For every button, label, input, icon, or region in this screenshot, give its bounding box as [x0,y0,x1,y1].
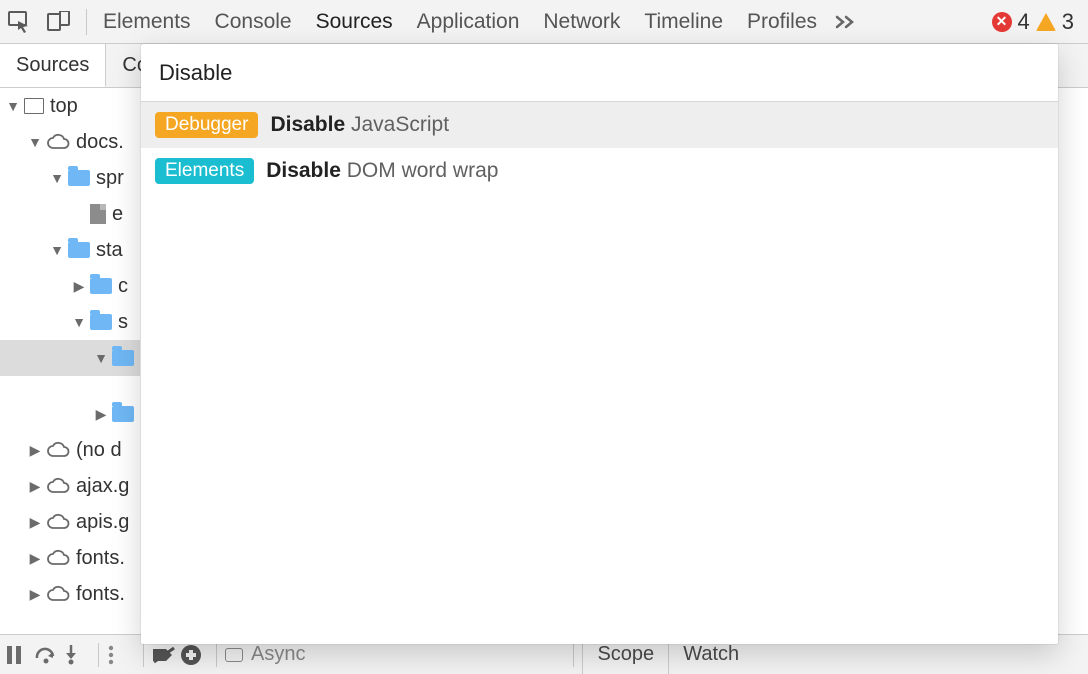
warning-icon [1036,13,1056,31]
tree-label: c [118,275,128,298]
error-icon: ✕ [992,12,1012,32]
tab-profiles[interactable]: Profiles [741,6,823,38]
tree-row[interactable]: top [0,88,140,124]
tree-row[interactable]: docs. [0,124,140,160]
inspect-element-icon[interactable] [8,11,32,33]
step-into-icon[interactable] [62,645,90,665]
tree-row[interactable]: spr [0,160,140,196]
tree-label: spr [96,167,124,190]
chevron-right-icon[interactable] [28,478,42,495]
tree-label: apis.g [76,511,129,534]
error-count: 4 [1018,9,1030,35]
tree-row[interactable]: (no d [0,432,140,468]
tree-label: (no d [76,439,122,462]
command-menu-item[interactable]: Debugger Disable JavaScript [141,102,1058,148]
cloud-icon [46,133,70,151]
subtab-sources[interactable]: Sources [0,44,106,87]
main-tabs: Elements Console Sources Application Network… [97,6,823,38]
warning-count: 3 [1062,9,1074,35]
tab-application[interactable]: Application [411,6,526,38]
deactivate-breakpoints-icon[interactable] [152,646,180,664]
file-tree[interactable]: top docs. spr e sta cs (no d ajax.g apis.g fonts.… [0,88,140,634]
folder-icon [112,350,134,366]
tab-console[interactable]: Console [209,6,298,38]
tab-sources[interactable]: Sources [310,6,399,38]
command-menu-results: Debugger Disable JavaScript Elements Disabl… [141,102,1058,644]
tree-label: ajax.g [76,475,129,498]
tree-row[interactable] [0,340,140,376]
cloud-icon [46,513,70,531]
tree-label: e [112,203,123,226]
cloud-icon [46,585,70,603]
devtools-toolbar: Elements Console Sources Application Network… [0,0,1088,44]
command-text: Disable DOM word wrap [266,159,498,183]
cloud-icon [46,477,70,495]
tree-label: sta [96,239,123,262]
pause-on-exceptions-icon[interactable] [180,644,208,666]
tree-row[interactable]: apis.g [0,504,140,540]
chevron-down-icon[interactable] [50,242,64,258]
toolbar-divider [86,9,87,35]
folder-icon [68,170,90,186]
pause-icon[interactable] [6,646,34,664]
chevron-down-icon[interactable] [72,314,86,330]
tree-row[interactable]: s [0,304,140,340]
file-icon [90,204,106,224]
issue-counters[interactable]: ✕ 4 3 [992,9,1075,35]
tree-row[interactable]: sta [0,232,140,268]
command-menu-input[interactable] [159,60,1040,86]
chevron-down-icon[interactable] [50,170,64,186]
chevron-down-icon[interactable] [94,350,108,366]
async-label: Async [251,643,305,666]
command-text: Disable JavaScript [270,113,449,137]
tab-elements[interactable]: Elements [97,6,197,38]
tree-row[interactable]: c [0,268,140,304]
tree-label: top [50,95,78,118]
chevron-right-icon[interactable] [28,514,42,531]
chevron-right-icon[interactable] [28,550,42,567]
command-menu-item[interactable]: Elements Disable DOM word wrap [141,148,1058,194]
more-actions-icon[interactable] [107,645,135,665]
tree-row[interactable]: fonts. [0,540,140,576]
toolbar-left-icons [8,11,82,33]
folder-icon [90,314,112,330]
chevron-right-icon[interactable] [28,586,42,603]
tree-row[interactable]: e [0,196,140,232]
tree-label: s [118,311,128,334]
tree-row[interactable] [0,396,140,432]
chevron-right-icon[interactable] [94,406,108,423]
tree-row[interactable]: ajax.g [0,468,140,504]
tree-label: docs. [76,131,124,154]
chevron-down-icon[interactable] [28,134,42,150]
frame-icon [24,98,44,114]
more-tabs-icon[interactable] [833,15,857,29]
step-over-icon[interactable] [34,646,62,664]
subtab-co[interactable]: Co [106,44,142,87]
category-badge: Elements [155,158,254,184]
folder-icon [68,242,90,258]
folder-icon [90,278,112,294]
chevron-right-icon[interactable] [72,278,86,295]
chevron-right-icon[interactable] [28,442,42,459]
device-mode-icon[interactable] [46,11,70,33]
tab-timeline[interactable]: Timeline [638,6,729,38]
cloud-icon [46,441,70,459]
cloud-icon [46,549,70,567]
category-badge: Debugger [155,112,258,138]
command-menu: Debugger Disable JavaScript Elements Disabl… [141,44,1058,644]
tree-row[interactable]: fonts. [0,576,140,612]
chevron-down-icon[interactable] [6,98,20,114]
command-menu-search [141,44,1058,102]
tab-network[interactable]: Network [537,6,626,38]
tree-label: fonts. [76,583,125,606]
tree-label: fonts. [76,547,125,570]
async-checkbox[interactable] [225,648,243,662]
folder-icon [112,406,134,422]
